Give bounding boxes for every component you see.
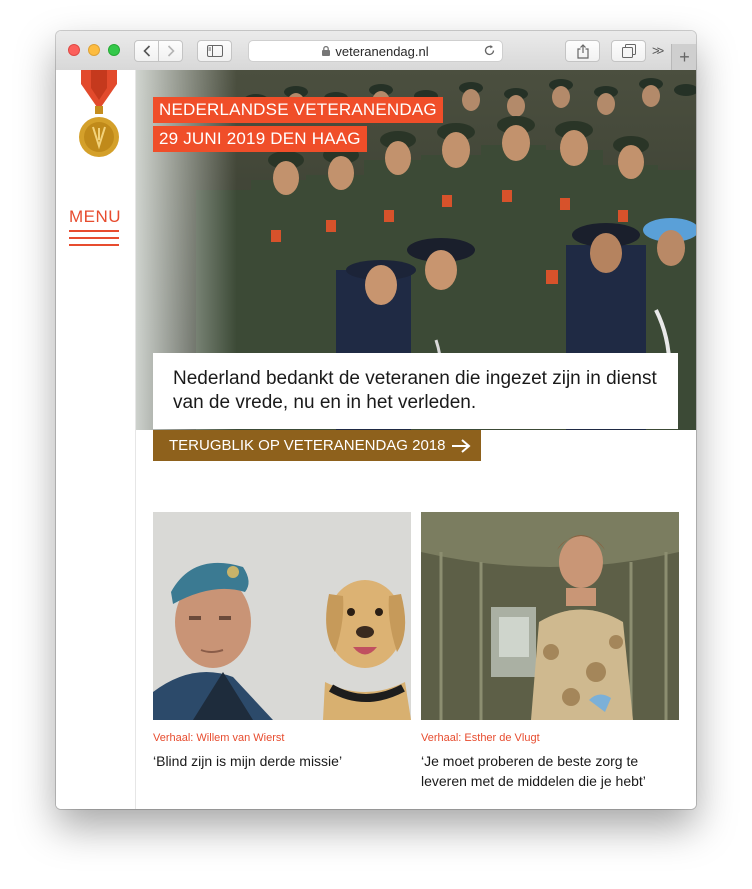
- story-card[interactable]: Verhaal: Willem van Wierst ‘Blind zijn i…: [153, 512, 411, 771]
- browser-toolbar: veteranendag.nl >> +: [56, 31, 696, 71]
- medal-logo[interactable]: [79, 70, 119, 162]
- forward-button[interactable]: [158, 40, 183, 62]
- event-date-tag: 29 JUNI 2019 DEN HAAG: [153, 126, 367, 152]
- zoom-window-button[interactable]: [108, 44, 120, 56]
- address-bar[interactable]: veteranendag.nl: [248, 40, 503, 62]
- sidebar-icon: [206, 45, 223, 57]
- story-title: ‘Blind zijn is mijn derde missie’: [153, 753, 343, 769]
- story-photo-veteran-with-dog: [153, 512, 411, 720]
- back-button[interactable]: [134, 40, 159, 62]
- reload-icon[interactable]: [483, 44, 496, 57]
- new-tab-icon[interactable]: +: [671, 44, 696, 70]
- story-photo-woman-in-aircraft: [421, 512, 679, 720]
- back-icon: [142, 45, 150, 57]
- browser-window: veteranendag.nl >> + MENU NEDERLANDSE VE…: [56, 31, 696, 809]
- story-card[interactable]: Verhaal: Esther de Vlugt ‘Je moet prober…: [421, 512, 679, 791]
- forward-icon: [167, 45, 175, 57]
- more-icon[interactable]: >>: [652, 43, 664, 58]
- menu-label: MENU: [69, 207, 122, 226]
- hero-quote: Nederland bedankt de veteranen die ingez…: [153, 353, 678, 429]
- web-page: MENU NEDERLANDSE VETERANENDAG 29 JUNI 20…: [56, 70, 696, 809]
- event-title-tag: NEDERLANDSE VETERANENDAG: [153, 97, 443, 123]
- left-sidebar: MENU: [56, 70, 136, 809]
- url-text: veteranendag.nl: [335, 43, 429, 59]
- sidebar-button[interactable]: [197, 40, 232, 62]
- lock-icon: [322, 46, 331, 56]
- story-kicker: Verhaal: Esther de Vlugt: [421, 732, 540, 744]
- story-title: ‘Je moet proberen de beste zorg te lever…: [421, 753, 646, 789]
- retrospective-button[interactable]: TERUGBLIK OP VETERANENDAG 2018: [153, 430, 482, 461]
- story-kicker: Verhaal: Willem van Wierst: [153, 732, 285, 744]
- share-icon: [576, 43, 589, 59]
- tabs-icon: [621, 44, 636, 58]
- hamburger-icon: [69, 230, 119, 246]
- menu-button[interactable]: MENU: [69, 207, 122, 246]
- retrospective-button-label: TERUGBLIK OP VETERANENDAG 2018: [169, 437, 446, 454]
- close-window-button[interactable]: [68, 44, 80, 56]
- arrow-right-icon: [452, 438, 472, 453]
- share-button[interactable]: [565, 40, 600, 62]
- minimize-window-button[interactable]: [88, 44, 100, 56]
- tab-overview-button[interactable]: [611, 40, 646, 62]
